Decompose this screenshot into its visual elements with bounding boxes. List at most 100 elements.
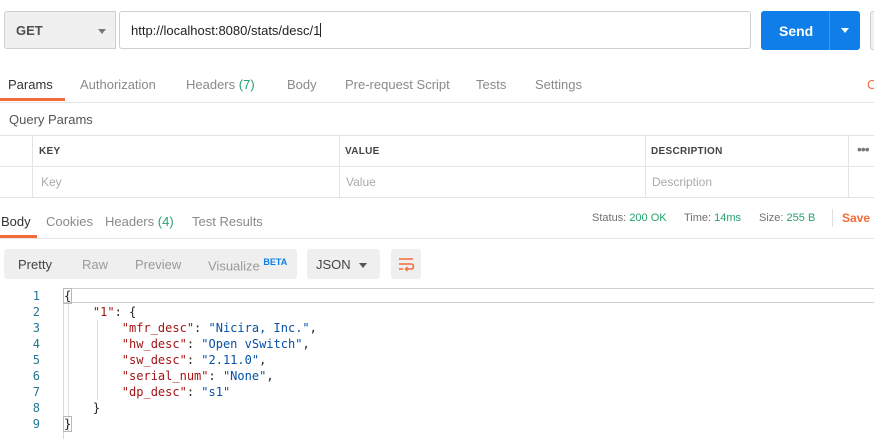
tab-pre-request-script[interactable]: Pre-request Script [345, 77, 450, 92]
tab-response-body[interactable]: Body [1, 214, 31, 229]
tab-response-headers-label: Headers [105, 214, 155, 229]
more-options-icon[interactable]: ••• [857, 141, 870, 157]
view-mode-toggle: Pretty Raw Preview Visualize BETA [4, 249, 297, 279]
column-header-description: DESCRIPTION [651, 146, 723, 157]
format-select[interactable]: JSON [307, 249, 380, 279]
chevron-down-icon [359, 263, 367, 268]
url-input[interactable]: http://localhost:8080/stats/desc/1 [119, 11, 751, 49]
wrap-lines-icon [399, 258, 415, 272]
response-tabs: Body Cookies Headers (4) Test Results St… [0, 205, 874, 239]
chevron-down-icon [98, 29, 106, 34]
time-label: Time: [684, 212, 712, 224]
view-raw[interactable]: Raw [82, 257, 108, 272]
line-number: 9 [32, 417, 40, 431]
tab-test-results[interactable]: Test Results [192, 214, 263, 229]
table-divider [339, 135, 340, 198]
query-params-title: Query Params [9, 112, 93, 127]
code-line: "sw_desc": "2.11.0", [121, 353, 267, 367]
tab-params[interactable]: Params [8, 77, 53, 92]
tab-headers[interactable]: Headers (7) [186, 77, 255, 92]
status-value: 200 OK [629, 212, 667, 224]
tab-headers-label: Headers [186, 77, 236, 92]
time-value: 14ms [714, 212, 742, 224]
view-pretty[interactable]: Pretty [18, 257, 52, 272]
tab-authorization[interactable]: Authorization [80, 77, 156, 92]
method-select[interactable]: GET [4, 11, 116, 49]
active-tab-indicator [0, 235, 37, 238]
code-line: "mfr_desc": "Nicira, Inc.", [121, 321, 317, 335]
matching-brace: { [62, 288, 73, 304]
view-visualize-label: Visualize [208, 258, 260, 274]
matching-brace: } [62, 416, 73, 432]
tab-headers-count: (7) [238, 77, 255, 92]
table-divider [32, 135, 33, 198]
param-description-input[interactable]: Description [652, 175, 712, 189]
view-visualize[interactable]: Visualize BETA [208, 257, 287, 273]
param-key-input[interactable]: Key [41, 175, 62, 189]
tab-cookies[interactable]: Cookies [46, 214, 93, 229]
request-tabs: Params Authorization Headers (7) Body Pr… [0, 66, 874, 103]
json-key: "sw_desc" [121, 353, 187, 367]
beta-badge: BETA [263, 257, 288, 267]
table-border [0, 166, 874, 167]
code-line: "1": { [92, 305, 137, 319]
tab-response-headers-count: (4) [157, 214, 174, 229]
line-number: 2 [32, 305, 40, 319]
line-number: 5 [32, 353, 40, 367]
size-value: 255 B [786, 212, 816, 224]
json-value: "s1" [201, 385, 231, 399]
line-number: 1 [32, 289, 40, 303]
send-options-chevron-icon[interactable] [841, 28, 849, 33]
tab-response-headers[interactable]: Headers (4) [105, 214, 174, 229]
line-number: 7 [32, 385, 40, 399]
json-key: "1" [92, 305, 115, 319]
format-label: JSON [316, 257, 351, 272]
active-tab-indicator [0, 98, 65, 101]
json-value: "None" [222, 369, 267, 383]
column-header-key: KEY [39, 146, 61, 157]
code-line: } [62, 416, 73, 432]
code-line: "hw_desc": "Open vSwitch", [121, 337, 310, 351]
response-body-editor[interactable]: 1 2 3 4 5 6 7 8 9 { "1": { "mfr_desc": "… [0, 288, 874, 439]
table-divider [848, 135, 849, 198]
wrap-lines-button[interactable] [391, 249, 421, 279]
tab-body[interactable]: Body [287, 77, 317, 92]
json-key: "mfr_desc" [121, 321, 195, 335]
tab-settings[interactable]: Settings [535, 77, 582, 92]
json-key: "dp_desc" [121, 385, 187, 399]
time-indicator: Time: 14ms [684, 212, 741, 224]
view-preview[interactable]: Preview [135, 257, 181, 272]
save-response-button[interactable]: Save R [842, 211, 874, 225]
text-cursor [320, 23, 322, 37]
param-value-input[interactable]: Value [346, 175, 376, 189]
json-key: "serial_num" [121, 369, 209, 383]
line-number: 3 [32, 321, 40, 335]
url-text: http://localhost:8080/stats/desc/1 [131, 23, 321, 38]
active-line-highlight [64, 288, 874, 303]
send-button[interactable]: Send [761, 11, 860, 50]
column-header-value: VALUE [345, 146, 380, 157]
code-line: "serial_num": "None", [121, 369, 274, 383]
code-line: { [62, 288, 73, 304]
code-line: "dp_desc": "s1" [121, 385, 231, 399]
code-line: } [64, 401, 101, 415]
query-params-table: KEY VALUE DESCRIPTION ••• Key Value Desc… [0, 135, 874, 198]
size-label: Size: [759, 212, 784, 224]
save-button[interactable] [870, 11, 874, 50]
cookies-link-partial[interactable]: C [867, 77, 874, 92]
method-label: GET [16, 23, 43, 38]
json-key: "hw_desc" [121, 337, 187, 351]
line-number: 4 [32, 337, 40, 351]
size-indicator: Size: 255 B [759, 212, 815, 224]
table-border [0, 197, 874, 198]
table-divider [645, 135, 646, 198]
status-label: Status: [592, 212, 627, 224]
divider [832, 209, 833, 227]
status-indicator: Status: 200 OK [592, 212, 667, 224]
line-number: 6 [32, 369, 40, 383]
line-number: 8 [32, 401, 40, 415]
json-value: "Open vSwitch" [201, 337, 303, 351]
table-border [0, 135, 874, 136]
tab-tests[interactable]: Tests [476, 77, 506, 92]
json-value: "2.11.0" [201, 353, 260, 367]
